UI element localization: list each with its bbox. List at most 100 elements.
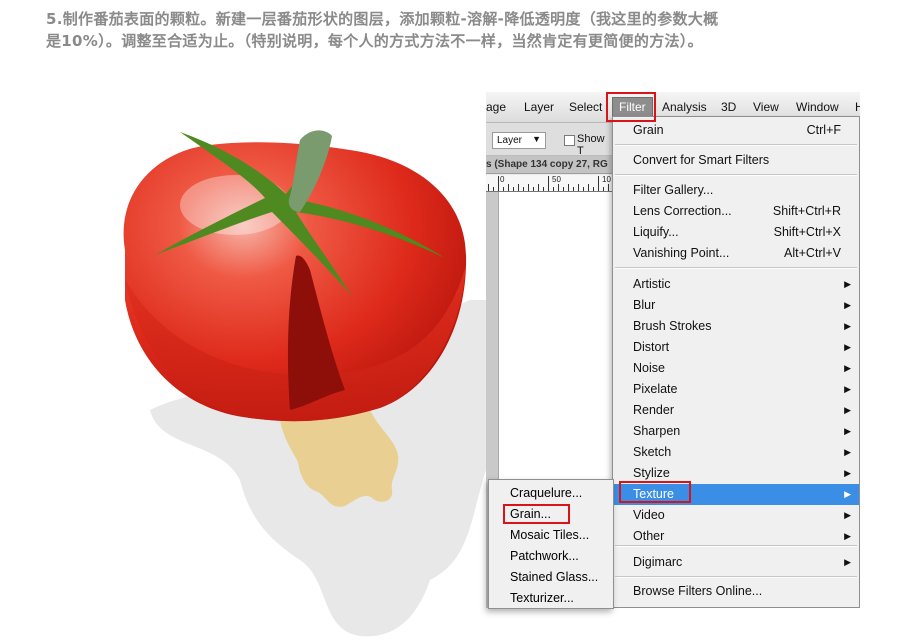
menu-item-convert-smart-filters[interactable]: Convert for Smart Filters <box>613 150 859 171</box>
ruler-tick <box>598 176 599 191</box>
chevron-right-icon: ▶ <box>844 489 851 499</box>
menu-select[interactable]: Select <box>569 100 602 114</box>
digimarc-label: Digimarc <box>633 555 683 569</box>
chevron-right-icon: ▶ <box>844 405 851 415</box>
menu-item-sketch[interactable]: Sketch ▶ <box>613 442 859 463</box>
menu-item-sharpen[interactable]: Sharpen ▶ <box>613 421 859 442</box>
chevron-right-icon: ▶ <box>844 531 851 541</box>
category-label: Other <box>633 529 665 543</box>
category-label: Brush Strokes <box>633 319 712 333</box>
ruler-tick <box>578 184 579 191</box>
filter-menu-annotation-box <box>606 92 656 122</box>
ruler-tick <box>608 184 609 191</box>
grain-annotation-box <box>503 504 570 524</box>
ruler-label-100: 10 <box>602 175 611 184</box>
ruler-tick <box>498 176 499 191</box>
ruler-tick <box>513 187 514 191</box>
ruler-tick <box>588 184 589 191</box>
ruler-tick <box>488 184 489 191</box>
chevron-right-icon: ▶ <box>844 363 851 373</box>
menu-3d[interactable]: 3D <box>721 100 736 114</box>
category-label: Sharpen <box>633 424 681 438</box>
patchwork-label: Patchwork... <box>510 549 579 563</box>
category-label: Distort <box>633 340 670 354</box>
submenu-item-patchwork[interactable]: Patchwork... <box>489 546 613 567</box>
submenu-item-mosaic-tiles[interactable]: Mosaic Tiles... <box>489 525 613 546</box>
document-title: s (Shape 134 copy 27, RG <box>486 159 608 170</box>
show-checkbox-label: Show T <box>577 133 605 157</box>
texture-annotation-box <box>619 481 691 503</box>
menu-item-filter-gallery[interactable]: Filter Gallery... <box>613 180 859 201</box>
lens-correction-label: Lens Correction... <box>633 204 732 218</box>
menu-item-browse-filters-online[interactable]: Browse Filters Online... <box>613 581 859 602</box>
mode-select-value: Layer <box>497 135 523 146</box>
menu-item-lens-correction[interactable]: Lens Correction... Shift+Ctrl+R <box>613 201 859 222</box>
menu-item-artistic[interactable]: Artistic ▶ <box>613 274 859 295</box>
category-label: Noise <box>633 361 665 375</box>
menu-item-vanishing-point[interactable]: Vanishing Point... Alt+Ctrl+V <box>613 243 859 264</box>
menu-item-render[interactable]: Render ▶ <box>613 400 859 421</box>
ruler-tick <box>528 184 529 191</box>
menu-separator <box>615 267 857 269</box>
menu-layer[interactable]: Layer <box>524 100 554 114</box>
chevron-right-icon: ▶ <box>844 468 851 478</box>
category-label: Blur <box>633 298 656 312</box>
ruler-tick <box>543 187 544 191</box>
filter-dropdown-menu: Grain Ctrl+F Convert for Smart Filters F… <box>612 116 860 608</box>
ruler-tick <box>558 184 559 191</box>
ruler-tick <box>603 187 604 191</box>
texture-submenu: Craquelure... Grain... Mosaic Tiles... P… <box>488 479 614 609</box>
liquify-label: Liquify... <box>633 225 679 239</box>
stained-glass-label: Stained Glass... <box>510 570 599 584</box>
menu-item-digimarc[interactable]: Digimarc ▶ <box>613 552 859 573</box>
ruler-tick <box>523 187 524 191</box>
submenu-item-texturizer[interactable]: Texturizer... <box>489 588 613 609</box>
document-tab[interactable]: s (Shape 134 copy 27, RG <box>486 156 612 174</box>
menu-image[interactable]: age <box>486 100 506 114</box>
ruler-tick <box>503 187 504 191</box>
show-checkbox[interactable] <box>564 135 575 146</box>
vanishing-point-shortcut: Alt+Ctrl+V <box>784 246 841 260</box>
ruler-tick <box>538 184 539 191</box>
mode-select[interactable]: Layer ▼ <box>492 132 546 149</box>
ruler-tick <box>583 187 584 191</box>
menu-item-pixelate[interactable]: Pixelate ▶ <box>613 379 859 400</box>
ruler-tick <box>593 187 594 191</box>
category-label: Sketch <box>633 445 672 459</box>
menu-item-brush-strokes[interactable]: Brush Strokes ▶ <box>613 316 859 337</box>
ruler-tick <box>508 184 509 191</box>
menu-item-other[interactable]: Other ▶ <box>613 526 859 547</box>
menu-item-last-filter[interactable]: Grain Ctrl+F <box>613 120 859 141</box>
convert-label: Convert for Smart Filters <box>633 153 770 167</box>
menu-item-distort[interactable]: Distort ▶ <box>613 337 859 358</box>
ruler-tick <box>568 184 569 191</box>
filter-gallery-label: Filter Gallery... <box>633 183 714 197</box>
ruler-tick <box>533 187 534 191</box>
category-label: Pixelate <box>633 382 678 396</box>
category-label: Render <box>633 403 674 417</box>
menu-item-liquify[interactable]: Liquify... Shift+Ctrl+X <box>613 222 859 243</box>
menu-item-noise[interactable]: Noise ▶ <box>613 358 859 379</box>
ruler-tick <box>573 187 574 191</box>
chevron-right-icon: ▶ <box>844 557 851 567</box>
menu-separator <box>615 545 857 547</box>
chevron-down-icon: ▼ <box>532 134 541 144</box>
ruler-tick <box>548 176 549 191</box>
menu-help[interactable]: H <box>855 100 860 114</box>
menu-analysis[interactable]: Analysis <box>662 100 707 114</box>
ruler-tick <box>518 184 519 191</box>
craquelure-label: Craquelure... <box>510 486 583 500</box>
mosaic-tiles-label: Mosaic Tiles... <box>510 528 590 542</box>
submenu-item-stained-glass[interactable]: Stained Glass... <box>489 567 613 588</box>
ruler-tick <box>563 187 564 191</box>
ruler-tick <box>493 187 494 191</box>
menu-item-video[interactable]: Video ▶ <box>613 505 859 526</box>
submenu-item-craquelure[interactable]: Craquelure... <box>489 483 613 504</box>
browse-online-label: Browse Filters Online... <box>633 584 763 598</box>
menu-view[interactable]: View <box>753 100 779 114</box>
menu-window[interactable]: Window <box>796 100 839 114</box>
category-label: Video <box>633 508 665 522</box>
last-filter-shortcut: Ctrl+F <box>806 123 841 137</box>
menu-item-blur[interactable]: Blur ▶ <box>613 295 859 316</box>
menu-separator <box>615 144 857 146</box>
